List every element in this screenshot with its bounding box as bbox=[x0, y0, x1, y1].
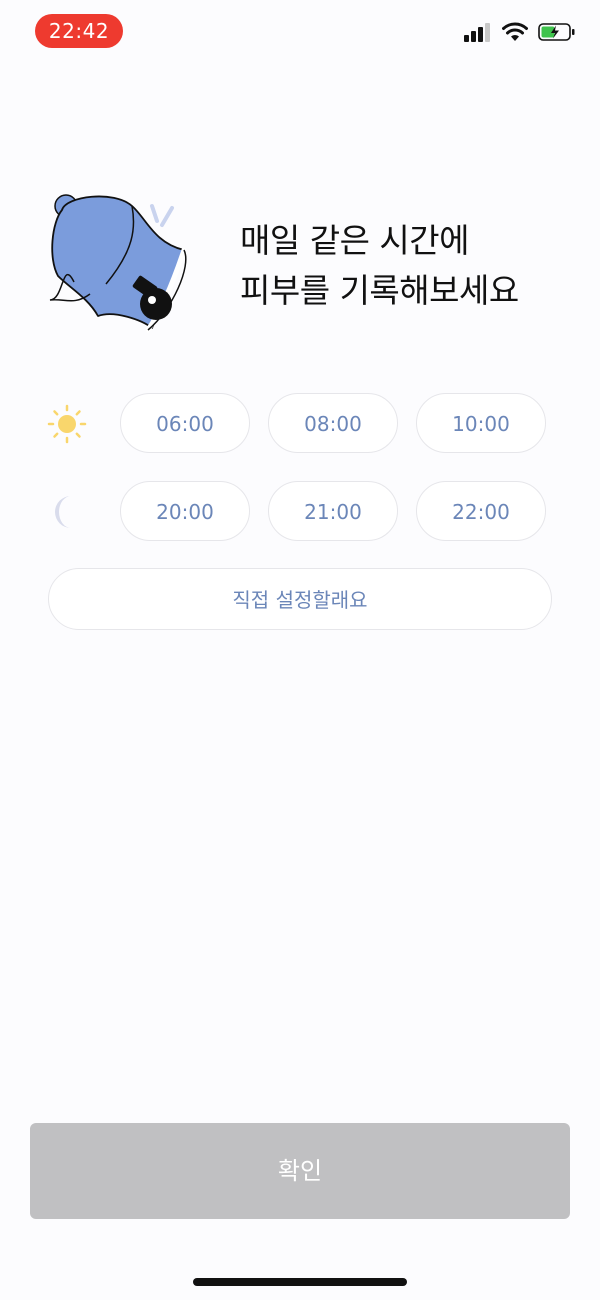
time-option-2000[interactable]: 20:00 bbox=[120, 481, 250, 541]
time-option-0800[interactable]: 08:00 bbox=[268, 393, 398, 453]
status-bar: 22:42 bbox=[0, 0, 600, 64]
battery-charging-icon bbox=[538, 22, 576, 46]
time-option-1000[interactable]: 10:00 bbox=[416, 393, 546, 453]
bell-icon bbox=[44, 188, 194, 338]
title-line-1: 매일 같은 시간에 bbox=[240, 221, 469, 260]
cellular-signal-icon bbox=[464, 22, 492, 46]
wifi-icon bbox=[502, 22, 528, 46]
confirm-button[interactable]: 확인 bbox=[30, 1123, 570, 1219]
moon-icon bbox=[47, 492, 87, 532]
time-option-0600[interactable]: 06:00 bbox=[120, 393, 250, 453]
time-option-2100[interactable]: 21:00 bbox=[268, 481, 398, 541]
home-indicator bbox=[193, 1278, 407, 1286]
status-time: 22:42 bbox=[35, 14, 123, 48]
evening-time-row: 20:00 21:00 22:00 bbox=[0, 480, 600, 544]
custom-time-button[interactable]: 직접 설정할래요 bbox=[48, 568, 552, 630]
morning-time-row: 06:00 08:00 10:00 bbox=[0, 392, 600, 456]
status-icons bbox=[464, 22, 576, 46]
page-title: 매일 같은 시간에 피부를 기록해보세요 bbox=[240, 216, 519, 316]
title-line-2: 피부를 기록해보세요 bbox=[240, 271, 519, 310]
time-option-2200[interactable]: 22:00 bbox=[416, 481, 546, 541]
sun-icon bbox=[47, 404, 87, 444]
